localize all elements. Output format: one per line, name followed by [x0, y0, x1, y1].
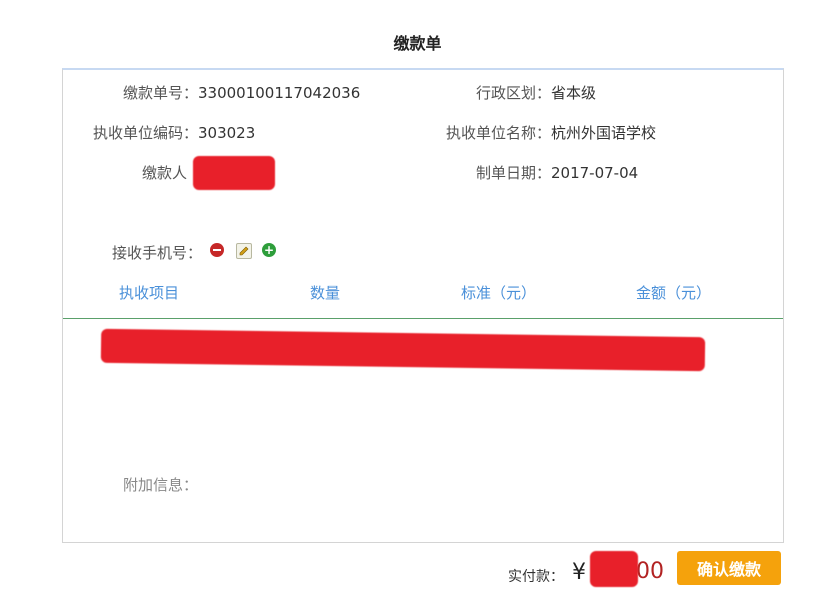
- amount-redaction: [590, 551, 638, 587]
- unit-name-value: 杭州外国语学校: [551, 124, 657, 142]
- payment-no-value: 33000100117042036: [198, 84, 361, 102]
- region-value: 省本级: [551, 84, 597, 102]
- payer-label: 缴款人: [141, 164, 187, 182]
- unit-code-label: 执收单位编码：: [92, 124, 198, 142]
- payment-no-row: 缴款单号：33000100117042036: [63, 82, 360, 103]
- region-row: 行政区划：省本级: [383, 82, 596, 103]
- header-item: 执收项目: [119, 284, 180, 302]
- payment-form-card: 缴款单号：33000100117042036 行政区划：省本级 执收单位编码：3…: [62, 68, 784, 543]
- item-row-redaction: [100, 328, 706, 372]
- unit-code-value: 303023: [198, 124, 256, 142]
- payment-no-label: 缴款单号：: [122, 84, 198, 102]
- unit-name-row: 执收单位名称：杭州外国语学校: [383, 122, 656, 143]
- payer-redaction: [193, 156, 275, 190]
- date-value: 2017-07-04: [551, 164, 639, 182]
- currency-symbol: ¥: [572, 560, 586, 585]
- date-row: 制单日期：2017-07-04: [383, 162, 638, 183]
- table-divider: [63, 318, 783, 319]
- phone-row: 接收手机号：: [63, 242, 202, 263]
- extra-info-label: 附加信息：: [123, 476, 199, 494]
- unit-name-label: 执收单位名称：: [445, 124, 551, 142]
- region-label: 行政区划：: [475, 84, 551, 102]
- paid-label: 实付款：: [508, 569, 564, 585]
- header-quantity: 数量: [310, 284, 341, 302]
- edit-icon[interactable]: [236, 243, 252, 259]
- amount-tail: 00: [636, 559, 664, 584]
- phone-label: 接收手机号：: [111, 244, 202, 262]
- add-icon[interactable]: +: [262, 243, 276, 257]
- unit-code-row: 执收单位编码：303023: [63, 122, 255, 143]
- remove-icon[interactable]: [210, 243, 224, 257]
- payer-row: 缴款人: [63, 162, 187, 183]
- header-standard: 标准（元）: [461, 284, 537, 302]
- header-amount: 金额（元）: [636, 284, 712, 302]
- page-title: 缴款单: [393, 34, 442, 53]
- confirm-payment-button[interactable]: 确认缴款: [677, 551, 781, 585]
- date-label: 制单日期：: [475, 164, 551, 182]
